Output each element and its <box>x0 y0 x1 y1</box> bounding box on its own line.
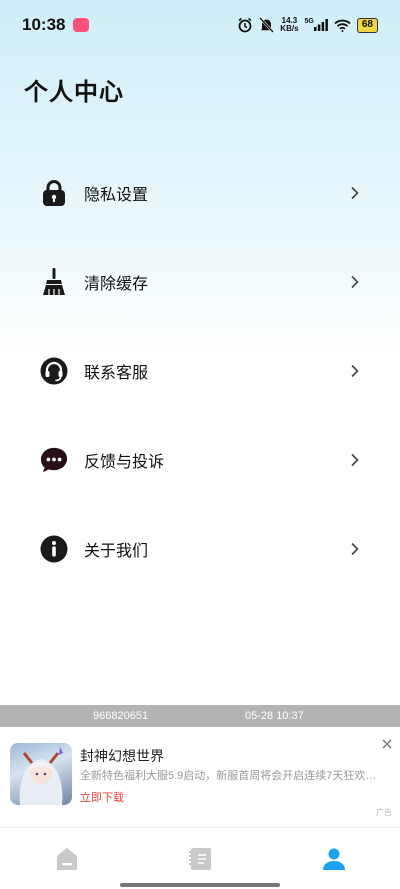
menu-item-label: 隐私设置 <box>84 186 149 204</box>
alarm-icon <box>238 17 252 33</box>
battery-indicator: 68 <box>356 17 378 33</box>
menu-item-privacy[interactable]: 隐私设置 <box>0 148 400 237</box>
lock-icon <box>40 179 68 207</box>
menu-item-about[interactable]: 关于我们 <box>0 504 400 593</box>
app-notification-icon <box>73 18 90 32</box>
signal-type: 5G <box>304 18 314 25</box>
cell-signal-icon <box>313 19 328 31</box>
ad-tag: 广告 <box>376 808 392 817</box>
customer-service-icon <box>40 357 68 385</box>
ad-description: 全新特色福利大服5.9启动，新服首周将会开启连续7天狂欢… <box>80 770 377 782</box>
net-speed-unit: KB/s <box>280 24 299 33</box>
wifi-icon <box>334 19 351 32</box>
broom-icon <box>40 267 68 296</box>
menu-item-label: 关于我们 <box>84 542 149 560</box>
menu-item-label: 反馈与投诉 <box>84 453 165 471</box>
close-icon[interactable] <box>380 737 394 751</box>
page-title: 个人中心 <box>24 79 124 106</box>
poem-icon[interactable] <box>187 846 213 872</box>
menu-item-clear-cache[interactable]: 清除缓存 <box>0 237 400 326</box>
info-datetime: 05-28 10:37 <box>245 710 304 722</box>
ad-download-button[interactable]: 立即下载 <box>80 789 124 805</box>
ad-thumbnail[interactable] <box>10 743 72 805</box>
menu-item-label: 联系客服 <box>84 364 149 382</box>
ad-title[interactable]: 封神幻想世界 <box>80 746 164 766</box>
status-time: 10:38 <box>22 15 66 34</box>
cell-signal: 5G <box>304 18 328 31</box>
info-icon <box>40 535 68 563</box>
home-indicator[interactable] <box>120 883 280 887</box>
status-icons: 14.3 KB/s 5G 68 <box>237 17 378 33</box>
bottom-tab-bar <box>0 827 400 889</box>
chevron-right-icon <box>351 453 359 466</box>
home-icon[interactable] <box>54 846 80 872</box>
menu-item-feedback[interactable]: 反馈与投诉 <box>0 415 400 504</box>
chat-bubble-icon <box>40 446 68 474</box>
menu-item-label: 清除缓存 <box>84 275 149 293</box>
menu-item-customer-service[interactable]: 联系客服 <box>0 326 400 415</box>
chevron-right-icon <box>351 364 359 377</box>
mute-bell-icon <box>259 17 275 33</box>
ad-banner[interactable]: 封神幻想世界 全新特色福利大服5.9启动，新服首周将会开启连续7天狂欢… 立即下… <box>0 727 400 827</box>
chevron-right-icon <box>351 186 359 199</box>
chevron-right-icon <box>351 542 359 555</box>
user-icon[interactable] <box>321 846 347 872</box>
info-bar: 966820651 05-28 10:37 <box>0 705 400 727</box>
chevron-right-icon <box>351 275 359 288</box>
net-speed: 14.3 KB/s <box>280 17 298 33</box>
settings-menu: 隐私设置 清除缓存 联系客服 反馈与投诉 关于我们 <box>0 148 400 593</box>
device-id: 966820651 <box>93 710 149 722</box>
status-bar: 10:38 14.3 KB/s 5G 68 <box>0 0 400 50</box>
